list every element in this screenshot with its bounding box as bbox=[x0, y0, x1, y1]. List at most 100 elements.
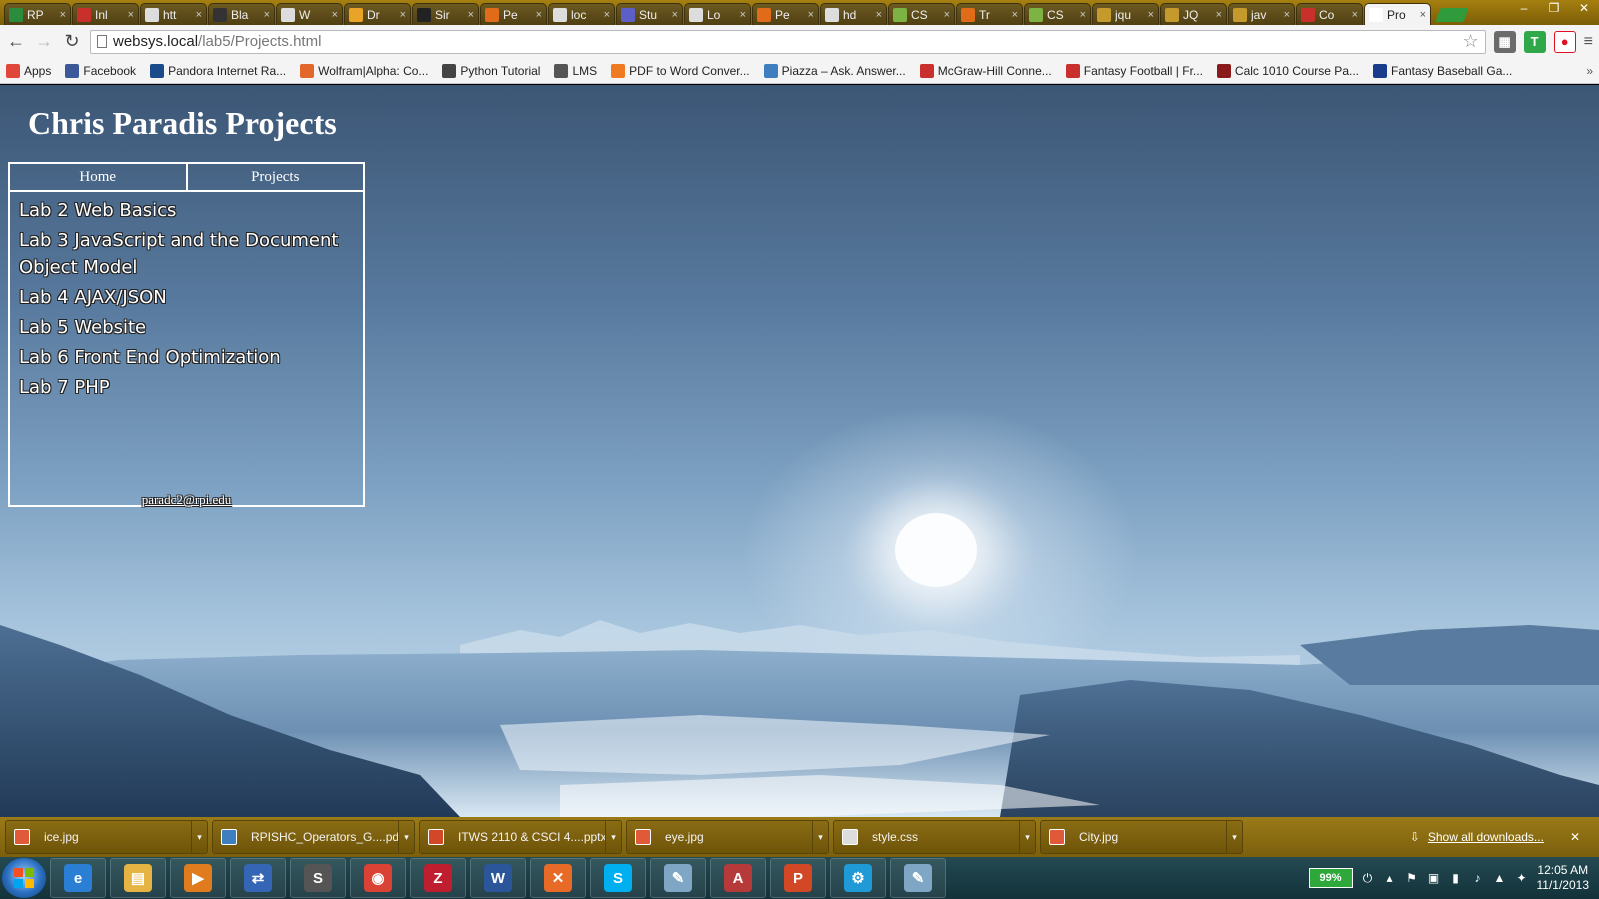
bookmark-item[interactable]: Apps bbox=[6, 63, 51, 78]
tab-close-icon[interactable]: × bbox=[1148, 9, 1154, 21]
browser-tab[interactable]: Co × bbox=[1296, 3, 1363, 25]
bookmark-item[interactable]: Fantasy Football | Fr... bbox=[1065, 63, 1203, 78]
taskbar-app-filezilla[interactable]: Z bbox=[410, 858, 466, 898]
download-item[interactable]: ITWS 2110 & CSCI 4....pptx ▾ bbox=[419, 820, 622, 854]
drive-icon[interactable]: ▲ bbox=[1493, 871, 1507, 885]
browser-tab[interactable]: Tr × bbox=[956, 3, 1023, 25]
tab-close-icon[interactable]: × bbox=[740, 9, 746, 21]
tab-close-icon[interactable]: × bbox=[264, 9, 270, 21]
back-button[interactable]: ← bbox=[6, 31, 26, 52]
bookmark-item[interactable]: Python Tutorial bbox=[442, 63, 540, 78]
taskbar-app-notepad-2[interactable]: ✎ bbox=[890, 858, 946, 898]
download-menu-caret-icon[interactable]: ▾ bbox=[605, 821, 621, 853]
download-menu-caret-icon[interactable]: ▾ bbox=[1226, 821, 1242, 853]
project-link-lab7[interactable]: Lab 7 PHP bbox=[19, 373, 355, 403]
clock[interactable]: 12:05 AM 11/1/2013 bbox=[1537, 863, 1590, 893]
extension-icon[interactable]: ▦ bbox=[1493, 30, 1516, 53]
extension-t-icon[interactable]: T bbox=[1523, 30, 1546, 53]
tab-close-icon[interactable]: × bbox=[1352, 9, 1358, 21]
address-bar[interactable]: websys.local/lab5/Projects.html ☆ bbox=[90, 29, 1486, 54]
tab-close-icon[interactable]: × bbox=[808, 9, 814, 21]
taskbar-app-notepad[interactable]: ✎ bbox=[650, 858, 706, 898]
browser-tab[interactable]: Lo × bbox=[684, 3, 751, 25]
project-link-lab2[interactable]: Lab 2 Web Basics bbox=[19, 196, 355, 226]
download-item[interactable]: City.jpg ▾ bbox=[1040, 820, 1243, 854]
bookmark-item[interactable]: Pandora Internet Ra... bbox=[150, 63, 286, 78]
project-link-lab5[interactable]: Lab 5 Website bbox=[19, 313, 355, 343]
tab-close-icon[interactable]: × bbox=[1420, 9, 1426, 21]
bookmark-item[interactable]: Fantasy Baseball Ga... bbox=[1373, 63, 1512, 78]
browser-tab[interactable]: Stu × bbox=[616, 3, 683, 25]
tab-close-icon[interactable]: × bbox=[60, 9, 66, 21]
tab-close-icon[interactable]: × bbox=[672, 9, 678, 21]
tab-close-icon[interactable]: × bbox=[196, 9, 202, 21]
tab-close-icon[interactable]: × bbox=[536, 9, 542, 21]
browser-tab[interactable]: Dr × bbox=[344, 3, 411, 25]
reload-button[interactable]: ↻ bbox=[62, 31, 82, 52]
tab-close-icon[interactable]: × bbox=[1012, 9, 1018, 21]
browser-tab[interactable]: CS × bbox=[888, 3, 955, 25]
forward-button[interactable]: → bbox=[34, 31, 54, 52]
taskbar-app-media-player[interactable]: ▶ bbox=[170, 858, 226, 898]
tab-close-icon[interactable]: × bbox=[604, 9, 610, 21]
volume-icon[interactable]: ♪ bbox=[1471, 871, 1485, 885]
bookmark-star-icon[interactable]: ☆ bbox=[1463, 31, 1479, 52]
taskbar-app-skype[interactable]: S bbox=[590, 858, 646, 898]
taskbar-app-powerpoint[interactable]: P bbox=[770, 858, 826, 898]
tab-close-icon[interactable]: × bbox=[944, 9, 950, 21]
download-item[interactable]: eye.jpg ▾ bbox=[626, 820, 829, 854]
browser-tab[interactable]: Pe × bbox=[752, 3, 819, 25]
show-hidden-icons-icon[interactable]: ▴ bbox=[1383, 871, 1397, 885]
power-icon[interactable]: ⏻ bbox=[1361, 871, 1375, 885]
download-menu-caret-icon[interactable]: ▾ bbox=[191, 821, 207, 853]
start-button[interactable] bbox=[2, 858, 46, 898]
browser-tab[interactable]: hd × bbox=[820, 3, 887, 25]
browser-tab[interactable]: jqu × bbox=[1092, 3, 1159, 25]
footer-email-link[interactable]: paradc2@rpi.edu bbox=[10, 492, 363, 508]
bookmarks-overflow-icon[interactable]: » bbox=[1586, 64, 1593, 78]
browser-tab[interactable]: W × bbox=[276, 3, 343, 25]
bookmark-item[interactable]: PDF to Word Conver... bbox=[611, 63, 750, 78]
tab-close-icon[interactable]: × bbox=[1216, 9, 1222, 21]
minimize-button[interactable]: ‒ bbox=[1513, 1, 1535, 15]
battery-indicator[interactable]: 99% bbox=[1308, 868, 1353, 888]
taskbar-app-settings[interactable]: ⚙ bbox=[830, 858, 886, 898]
nav-home-link[interactable]: Home bbox=[10, 164, 186, 190]
record-extension-icon[interactable]: ● bbox=[1553, 30, 1576, 53]
taskbar-app-file-explorer[interactable]: ▤ bbox=[110, 858, 166, 898]
download-item[interactable]: RPISHC_Operators_G....pdf ▾ bbox=[212, 820, 415, 854]
browser-tab[interactable]: CS × bbox=[1024, 3, 1091, 25]
bookmark-item[interactable]: Calc 1010 Course Pa... bbox=[1216, 63, 1359, 78]
browser-tab[interactable]: JQ × bbox=[1160, 3, 1227, 25]
download-item[interactable]: ice.jpg ▾ bbox=[5, 820, 208, 854]
tab-close-icon[interactable]: × bbox=[468, 9, 474, 21]
browser-tab[interactable]: Bla × bbox=[208, 3, 275, 25]
restore-button[interactable]: ❐ bbox=[1543, 1, 1565, 15]
browser-tab[interactable]: Inl × bbox=[72, 3, 139, 25]
taskbar-app-internet-explorer[interactable]: e bbox=[50, 858, 106, 898]
tab-close-icon[interactable]: × bbox=[128, 9, 134, 21]
bookmark-item[interactable]: Wolfram|Alpha: Co... bbox=[300, 63, 428, 78]
close-shelf-icon[interactable]: ✕ bbox=[1570, 830, 1580, 844]
device-icon[interactable]: ▣ bbox=[1427, 871, 1441, 885]
browser-tab[interactable]: htt × bbox=[140, 3, 207, 25]
bookmark-item[interactable]: Facebook bbox=[65, 63, 136, 78]
browser-tab[interactable]: RP × bbox=[4, 3, 71, 25]
tab-close-icon[interactable]: × bbox=[1284, 9, 1290, 21]
browser-tab[interactable]: Sir × bbox=[412, 3, 479, 25]
nav-projects-link[interactable]: Projects bbox=[185, 164, 364, 190]
new-tab-button[interactable] bbox=[1435, 8, 1469, 22]
chrome-menu-icon[interactable]: ≡ bbox=[1584, 33, 1593, 51]
browser-tab[interactable]: loc × bbox=[548, 3, 615, 25]
project-link-lab3[interactable]: Lab 3 JavaScript and the Document Object… bbox=[19, 226, 355, 283]
taskbar-app-sublime-text[interactable]: S bbox=[290, 858, 346, 898]
browser-tab[interactable]: jav × bbox=[1228, 3, 1295, 25]
project-link-lab4[interactable]: Lab 4 AJAX/JSON bbox=[19, 283, 355, 313]
project-link-lab6[interactable]: Lab 6 Front End Optimization bbox=[19, 343, 355, 373]
signal-icon[interactable]: ▮ bbox=[1449, 871, 1463, 885]
action-center-flag-icon[interactable]: ⚑ bbox=[1405, 871, 1419, 885]
bookmark-item[interactable]: LMS bbox=[554, 63, 597, 78]
bookmark-item[interactable]: McGraw-Hill Conne... bbox=[919, 63, 1052, 78]
taskbar-app-access[interactable]: A bbox=[710, 858, 766, 898]
show-all-downloads-link[interactable]: Show all downloads... bbox=[1428, 830, 1544, 844]
